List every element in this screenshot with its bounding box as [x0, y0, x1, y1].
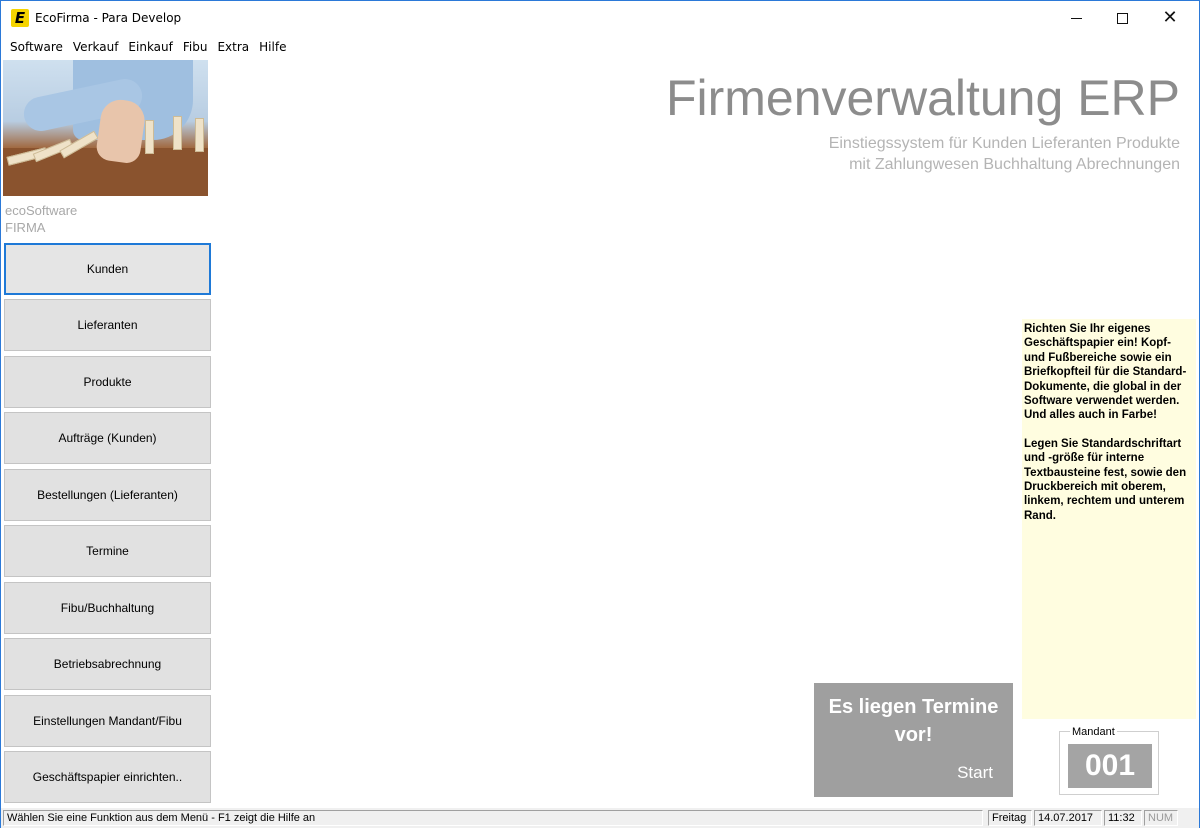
status-num-lock: NUM — [1144, 810, 1178, 826]
subtitle-line-1: Einstiegssystem für Kunden Lieferanten P… — [828, 135, 1180, 152]
status-date: 14.07.2017 — [1034, 810, 1102, 826]
bestellungen-button[interactable]: Bestellungen (Lieferanten) — [4, 469, 211, 521]
page-title: Firmenverwaltung ERP — [665, 70, 1180, 126]
close-icon: ✕ — [1162, 7, 1178, 28]
maximize-button[interactable] — [1099, 1, 1145, 35]
standing-domino — [173, 116, 182, 150]
title-bar[interactable]: E EcoFirma - Para Develop ✕ — [1, 1, 1199, 35]
menu-einkauf[interactable]: Einkauf — [123, 40, 177, 54]
info-paragraph-1: Richten Sie Ihr eigenes Geschäftspapier … — [1024, 323, 1187, 422]
termine-message: Es liegen Termine vor! — [828, 696, 999, 746]
auftraege-button[interactable]: Aufträge (Kunden) — [4, 412, 211, 464]
status-message: Wählen Sie eine Funktion aus dem Menü - … — [3, 810, 983, 826]
menu-extra[interactable]: Extra — [212, 40, 254, 54]
sidebar: ecoSoftware FIRMA Kunden Lieferanten Pro… — [1, 59, 213, 807]
app-window: E EcoFirma - Para Develop ✕ Software Ver… — [0, 0, 1200, 828]
standing-domino — [145, 120, 154, 154]
status-time: 11:32 — [1104, 810, 1142, 826]
standing-domino — [195, 118, 204, 152]
company-line-2: FIRMA — [5, 220, 46, 235]
subtitle-line-2: mit Zahlungwesen Buchhaltung Abrechnunge… — [849, 156, 1180, 173]
window-title: EcoFirma - Para Develop — [35, 11, 182, 25]
maximize-icon — [1116, 12, 1128, 24]
geschaeftspapier-button[interactable]: Geschäftspapier einrichten.. — [4, 751, 211, 803]
mandant-box: Mandant 001 — [1059, 726, 1159, 795]
termine-button[interactable]: Termine — [4, 525, 211, 577]
status-bar: Wählen Sie eine Funktion aus dem Menü - … — [1, 808, 1199, 828]
menu-fibu[interactable]: Fibu — [178, 40, 213, 54]
menu-verkauf[interactable]: Verkauf — [68, 40, 124, 54]
menu-hilfe[interactable]: Hilfe — [254, 40, 291, 54]
lieferanten-button[interactable]: Lieferanten — [4, 299, 211, 351]
produkte-button[interactable]: Produkte — [4, 356, 211, 408]
company-name: ecoSoftware FIRMA — [5, 202, 77, 236]
einstellungen-mandant-button[interactable]: Einstellungen Mandant/Fibu — [4, 695, 211, 747]
minimize-button[interactable] — [1053, 1, 1099, 35]
menu-bar: Software Verkauf Einkauf Fibu Extra Hilf… — [1, 37, 1199, 57]
mandant-label: Mandant — [1070, 726, 1117, 738]
domino-hand-image — [3, 60, 208, 196]
mandant-number: 001 — [1068, 744, 1152, 788]
minimize-icon — [1070, 17, 1082, 19]
betriebsabrechnung-button[interactable]: Betriebsabrechnung — [4, 638, 211, 690]
kunden-button[interactable]: Kunden — [4, 243, 211, 295]
info-paragraph-2: Legen Sie Standardschriftart und -größe … — [1024, 437, 1187, 522]
company-line-1: ecoSoftware — [5, 203, 78, 218]
termine-start-label[interactable]: Start — [957, 763, 993, 783]
info-panel: Richten Sie Ihr eigenes Geschäftspapier … — [1022, 319, 1196, 719]
status-day: Freitag — [988, 810, 1032, 826]
close-button[interactable]: ✕ — [1147, 1, 1193, 35]
menu-software[interactable]: Software — [5, 40, 68, 54]
app-logo-icon[interactable]: E — [11, 9, 29, 27]
page-subtitle: Einstiegssystem für Kunden Lieferanten P… — [829, 133, 1180, 175]
fibu-buchhaltung-button[interactable]: Fibu/Buchhaltung — [4, 582, 211, 634]
termine-notice-button[interactable]: Es liegen Termine vor! Start — [814, 683, 1013, 797]
